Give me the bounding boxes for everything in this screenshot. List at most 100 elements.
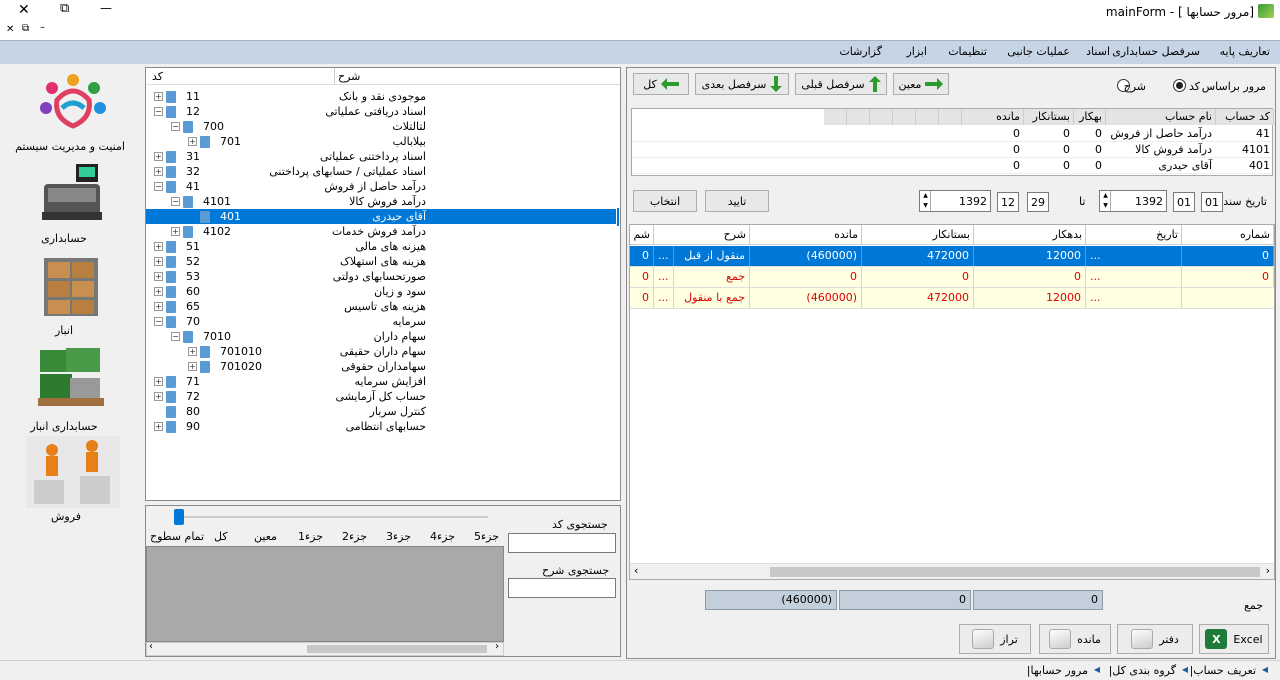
expand-icon[interactable]: +	[154, 287, 163, 296]
tree-row[interactable]: +32 اسناد عملیاتی / حسابهای پرداختنی	[146, 164, 616, 179]
tree-row[interactable]: − 700 لتالتلات	[146, 119, 616, 134]
tree-row[interactable]: +72 حساب کل آزمایشی	[146, 389, 616, 404]
account-row[interactable]: 4101 درآمد فروش کالا 0 0 0	[632, 142, 1272, 158]
to-year-spinner-icon[interactable]: ▲ ▼	[921, 191, 931, 211]
boxes-icon[interactable]	[40, 254, 102, 318]
tree-row[interactable]: +53 صورتحسابهای دولتی	[146, 269, 616, 284]
grid-row[interactable]: ... 12000 472000 (460000) جمع با منقول... 0	[630, 288, 1274, 309]
tree-row[interactable]: +11 موجودی نقد و بانک	[146, 89, 616, 104]
account-row[interactable]: 401 آقای حیدری 0 0 0	[632, 158, 1272, 174]
collapse-icon[interactable]: −	[171, 197, 180, 206]
prev-heading-button[interactable]: سرفصل قبلی	[795, 73, 887, 95]
radio-code[interactable]	[1173, 79, 1186, 92]
from-day-input[interactable]: 01	[1201, 192, 1223, 212]
from-year-spinner-icon[interactable]: ▲ ▼	[1101, 191, 1111, 211]
restore-window-icon[interactable]: ⧉	[60, 1, 69, 16]
grid-row[interactable]: 0... 0 0 0 جمع... 0	[630, 267, 1274, 288]
expand-icon[interactable]: +	[154, 92, 163, 101]
sidebar-label-accounting[interactable]: حسابداری	[0, 232, 134, 245]
trial-balance-button[interactable]: تراز	[959, 624, 1031, 654]
tree-row[interactable]: +701 بیلابالب	[146, 134, 616, 149]
from-month-input[interactable]: 01	[1173, 192, 1195, 212]
tree-row[interactable]: +31 اسناد پرداختنی عملیاتی	[146, 149, 616, 164]
account-row[interactable]: 41 درآمد حاصل از فروش 0 0 0	[632, 126, 1272, 142]
tree-row[interactable]: +4102 درآمد فروش خدمات	[146, 224, 616, 239]
cash-register-icon[interactable]	[36, 160, 106, 222]
accounts-header-balance[interactable]: مانده	[964, 109, 1024, 125]
grid-header-credit[interactable]: بستانکار	[862, 225, 974, 245]
crumb-browse-accounts[interactable]: |مرور حسابها	[1027, 664, 1088, 677]
tree-row[interactable]: − 12 اسناد دریافتی عملیاتی	[146, 104, 616, 119]
grid-header-debit[interactable]: بدهکار	[974, 225, 1086, 245]
crumb-group-kol[interactable]: |گروه بندی کل	[1109, 664, 1176, 677]
close-window-icon[interactable]: ✕	[18, 2, 30, 18]
menu-item-chart-of-accounts[interactable]: سرفصل حسابداری	[1112, 45, 1200, 58]
tree-row[interactable]: 401 آقای حیدری	[146, 209, 616, 224]
expand-icon[interactable]: +	[171, 227, 180, 236]
menu-item-tools[interactable]: ابزار	[906, 45, 927, 58]
grid-header-desc[interactable]: شرح	[654, 225, 750, 245]
grid-header-date[interactable]: تاریخ	[1086, 225, 1182, 245]
tree-row[interactable]: 80 کنترل سربار	[146, 404, 616, 419]
grid-row[interactable]: 0... 12000 472000 (460000) منقول از قبل... 0	[630, 246, 1274, 267]
child-close-icon[interactable]: ✕	[6, 24, 14, 35]
grid-header-balance[interactable]: مانده	[750, 225, 862, 245]
accounts-header-credit[interactable]: بستانکار	[1024, 109, 1074, 125]
expand-icon[interactable]: +	[154, 167, 163, 176]
level-slider-thumb[interactable]	[174, 509, 184, 525]
next-heading-button[interactable]: سرفصل بعدی	[695, 73, 789, 95]
collapse-icon[interactable]: −	[154, 182, 163, 191]
balance-button[interactable]: مانده	[1039, 624, 1111, 654]
menu-item-reports[interactable]: گزارشات	[839, 45, 882, 58]
tree-row[interactable]: +60 سود و زیان	[146, 284, 616, 299]
cash-boxes-icon[interactable]	[36, 344, 106, 408]
expand-icon[interactable]: +	[154, 302, 163, 311]
to-month-input[interactable]: 12	[997, 192, 1019, 212]
tree-row[interactable]: − 41 درآمد حاصل از فروش	[146, 179, 616, 194]
minimize-window-icon[interactable]: —	[100, 1, 112, 15]
collapse-icon[interactable]: −	[171, 122, 180, 131]
tree-row[interactable]: − 4101 درآمد فروش کالا	[146, 194, 616, 209]
excel-button[interactable]: X Excel	[1199, 624, 1269, 654]
confirm-button[interactable]: تایید	[705, 190, 769, 212]
menu-item-documents[interactable]: اسناد	[1086, 45, 1110, 58]
expand-icon[interactable]: +	[154, 377, 163, 386]
moein-button[interactable]: معین	[893, 73, 949, 95]
people-logo-icon[interactable]	[32, 70, 114, 134]
expand-icon[interactable]: +	[188, 347, 197, 356]
tree-row[interactable]: − 7010 سهام داران	[146, 329, 616, 344]
select-button[interactable]: انتخاب	[633, 190, 697, 212]
tree-header-code[interactable]: کد	[152, 70, 163, 83]
search-horizontal-scrollbar[interactable]: ‹ ›	[146, 641, 504, 656]
sidebar-label-warehouse[interactable]: انبار	[0, 324, 134, 337]
to-day-input[interactable]: 29	[1027, 192, 1049, 212]
tree-row[interactable]: +51 هیزنه های مالی	[146, 239, 616, 254]
search-results-box[interactable]	[146, 546, 504, 642]
scroll-right-icon[interactable]: ›	[495, 641, 499, 652]
accounts-header-name[interactable]: نام حساب	[1106, 109, 1216, 125]
expand-icon[interactable]: +	[154, 392, 163, 401]
tree-row[interactable]: +65 هزینه های تاسیس	[146, 299, 616, 314]
sidebar-label-security[interactable]: امنیت و مدیریت سیستم	[0, 140, 140, 153]
menu-item-definitions[interactable]: تعاریف پایه	[1220, 45, 1270, 58]
expand-icon[interactable]: +	[154, 242, 163, 251]
expand-icon[interactable]: +	[154, 272, 163, 281]
search-code-input[interactable]	[508, 533, 616, 553]
kol-button[interactable]: کل	[633, 73, 689, 95]
collapse-icon[interactable]: −	[171, 332, 180, 341]
grid-horizontal-scrollbar[interactable]: ‹ ›	[630, 563, 1274, 579]
tree-row[interactable]: +701010 سهام داران حقیقی	[146, 344, 616, 359]
collapse-icon[interactable]: −	[154, 107, 163, 116]
search-desc-input[interactable]	[508, 578, 616, 598]
scroll-thumb[interactable]	[307, 645, 487, 653]
tree-row[interactable]: +71 افزایش سرمایه	[146, 374, 616, 389]
sidebar-label-warehouse-accounting[interactable]: حسابداری انبار	[0, 420, 134, 433]
ledger-button[interactable]: دفتر	[1117, 624, 1193, 654]
expand-icon[interactable]: +	[154, 257, 163, 266]
grid-scroll-thumb[interactable]	[770, 567, 1260, 577]
level-slider-track[interactable]	[176, 516, 488, 518]
radio-desc-label[interactable]: شرح	[1124, 80, 1146, 93]
expand-icon[interactable]: +	[154, 152, 163, 161]
tree-row[interactable]: +52 هزینه های استهلاک	[146, 254, 616, 269]
menu-item-settings[interactable]: تنظیمات	[948, 45, 987, 58]
